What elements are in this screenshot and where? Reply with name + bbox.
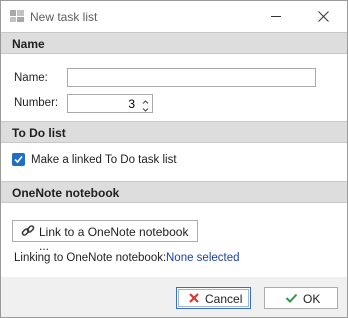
checkmark-icon (14, 155, 23, 164)
name-input[interactable] (67, 68, 316, 87)
name-label: Name: (14, 72, 48, 84)
red-x-icon (189, 293, 199, 303)
close-icon (318, 11, 329, 22)
link-onenote-label: Link to a OneNote notebook ... (39, 225, 189, 253)
cancel-button[interactable]: Cancel (176, 287, 251, 309)
ok-label: OK (303, 292, 321, 306)
spin-up-button[interactable] (140, 95, 151, 104)
number-input[interactable] (68, 95, 138, 112)
link-onenote-button[interactable]: Link to a OneNote notebook ... (12, 220, 198, 253)
section-header-onenote: OneNote notebook (1, 181, 347, 203)
minimize-button[interactable] (254, 1, 300, 32)
section-header-name: Name (1, 32, 347, 54)
section-title-todo: To Do list (12, 126, 66, 140)
green-check-icon (285, 293, 298, 303)
ok-button[interactable]: OK (264, 287, 338, 309)
linked-todo-label[interactable]: Make a linked To Do task list (31, 154, 177, 166)
linking-value: None selected (166, 252, 240, 264)
chain-link-icon (21, 225, 35, 236)
number-label: Number: (14, 97, 59, 109)
new-task-list-dialog: New task list Name Name: Number: 3 To Do… (0, 0, 348, 318)
section-title-onenote: OneNote notebook (12, 186, 120, 200)
number-spinner[interactable] (67, 94, 153, 113)
linked-todo-checkbox[interactable] (12, 153, 25, 166)
close-button[interactable] (301, 1, 347, 32)
spin-down-button[interactable] (140, 103, 151, 112)
app-icon (10, 10, 24, 22)
minimize-icon (271, 16, 281, 17)
section-header-todo: To Do list (1, 121, 347, 143)
linking-label: Linking to OneNote notebook: (14, 252, 167, 264)
title-bar[interactable]: New task list (1, 1, 347, 32)
window-title: New task list (30, 10, 98, 24)
cancel-label: Cancel (205, 292, 243, 306)
name-panel (1, 54, 347, 121)
chevron-down-icon (142, 108, 149, 112)
section-title-name: Name (12, 37, 45, 51)
